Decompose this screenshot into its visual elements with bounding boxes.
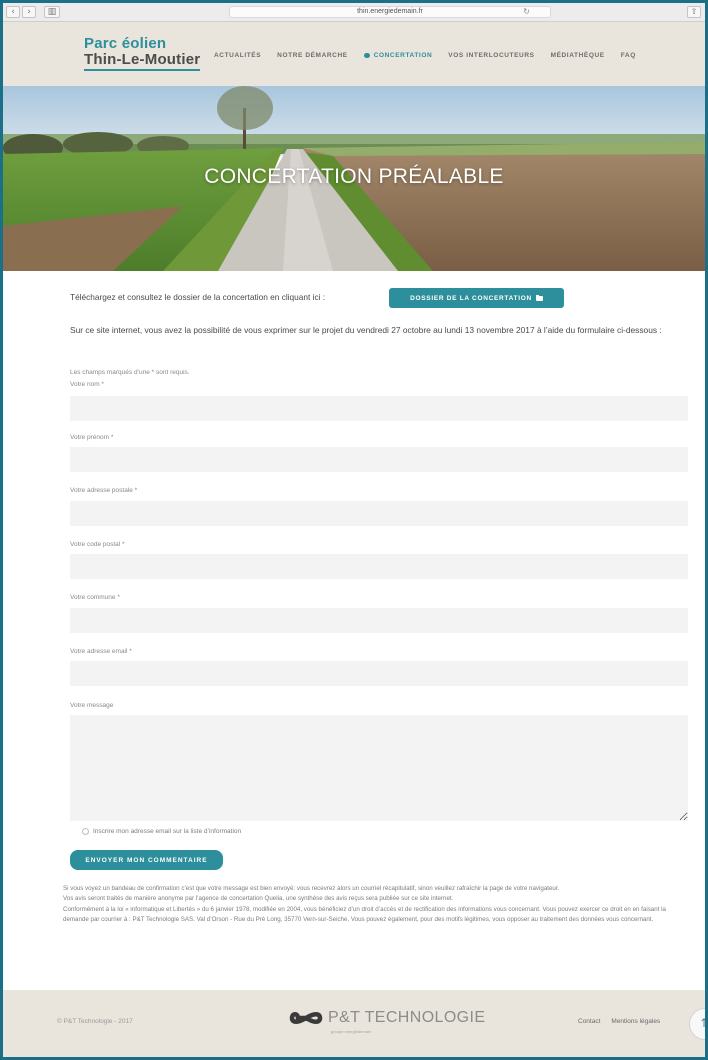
menu-item-mediatheque[interactable]: MÉDIATHÈQUE: [551, 52, 605, 59]
legal-notes: Si vous voyez un bandeau de confirmation…: [63, 884, 688, 925]
back-icon[interactable]: ‹: [6, 6, 20, 18]
label-commune: Votre commune *: [70, 594, 120, 601]
site-logo[interactable]: Parc éolien Thin-Le-Moutier: [84, 35, 201, 71]
dossier-intro-text: Téléchargez et consultez le dossier de l…: [70, 292, 326, 302]
folder-icon: [535, 294, 543, 301]
footer-brand-tagline: groupe energiedemain: [331, 1029, 372, 1034]
chat-bubble-icon: [363, 52, 370, 58]
footer-brand-name: P&T TECHNOLOGIE: [328, 1009, 486, 1026]
lead-paragraph: Sur ce site internet, vous avez la possi…: [70, 325, 662, 335]
submit-comment-button[interactable]: ENVOYER MON COMMENTAIRE: [70, 850, 223, 870]
note-privacy: Conformément à la loi « informatique et …: [63, 905, 666, 923]
dossier-row: Téléchargez et consultez le dossier de l…: [70, 288, 688, 310]
label-code-postal: Votre code postal *: [70, 541, 125, 548]
newsletter-label[interactable]: Inscrire mon adresse email sur la liste …: [93, 828, 241, 835]
footer-copyright: © P&T Technologie - 2017: [57, 1018, 133, 1025]
input-prenom[interactable]: [70, 447, 688, 472]
footer-link-mentions-legales[interactable]: Mentions légales: [611, 1018, 660, 1025]
newsletter-checkbox[interactable]: [82, 828, 89, 835]
page-title: CONCERTATION PRÉALABLE: [204, 165, 504, 188]
footer-brand-logo[interactable]: P&T TECHNOLOGIE groupe energiedemain: [289, 1009, 486, 1034]
forward-icon[interactable]: ›: [22, 6, 36, 18]
newsletter-row: Inscrire mon adresse email sur la liste …: [82, 828, 241, 835]
label-nom: Votre nom *: [70, 381, 104, 388]
label-adresse-postale: Votre adresse postale *: [70, 487, 138, 494]
main-menu: ACTUALITÉS NOTRE DÉMARCHE CONCERTATION V…: [214, 52, 652, 59]
menu-item-actualites[interactable]: ACTUALITÉS: [214, 52, 261, 59]
required-note: Les champs marqués d’une * sont requis.: [70, 369, 190, 376]
menu-item-notre-demarche[interactable]: NOTRE DÉMARCHE: [277, 52, 348, 59]
label-email: Votre adresse email *: [70, 648, 132, 655]
reload-icon[interactable]: ↻: [523, 7, 530, 16]
input-commune[interactable]: [70, 608, 688, 633]
dossier-concertation-button[interactable]: DOSSIER DE LA CONCERTATION: [389, 288, 564, 308]
dossier-button-label: DOSSIER DE LA CONCERTATION: [410, 294, 532, 302]
share-icon[interactable]: ⇧: [687, 6, 701, 18]
logo-line-1: Parc éolien: [84, 35, 167, 52]
address-bar[interactable]: thin.energiedemain.fr ↻: [229, 6, 551, 18]
browser-toolbar: ‹ › ▥ thin.energiedemain.fr ↻ ⇧: [3, 3, 705, 22]
note-anonymous: Vos avis seront traités de manière anony…: [63, 895, 454, 903]
input-adresse-postale[interactable]: [70, 501, 688, 526]
sidebar-icon[interactable]: ▥: [44, 6, 60, 18]
browser-nav: ‹ › ▥: [6, 6, 60, 18]
input-nom[interactable]: [70, 396, 688, 421]
menu-item-vos-interlocuteurs[interactable]: VOS INTERLOCUTEURS: [448, 52, 534, 59]
input-code-postal[interactable]: [70, 554, 688, 579]
menu-item-concertation[interactable]: CONCERTATION: [363, 52, 433, 59]
menu-item-concertation-label: CONCERTATION: [373, 52, 433, 59]
label-prenom: Votre prénom *: [70, 434, 114, 441]
browser-window: ‹ › ▥ thin.energiedemain.fr ↻ ⇧ Parc éol…: [3, 3, 705, 1057]
browser-actions: ⇧: [687, 6, 701, 18]
input-email[interactable]: [70, 661, 688, 686]
hero-banner: CONCERTATION PRÉALABLE: [3, 86, 705, 271]
address-bar-url: thin.energiedemain.fr: [357, 8, 423, 15]
arrow-up-icon: ↑: [699, 1016, 705, 1030]
logo-line-2: Thin-Le-Moutier: [84, 51, 201, 71]
menu-item-faq[interactable]: FAQ: [621, 52, 636, 59]
footer-link-contact[interactable]: Contact: [578, 1018, 600, 1025]
site-footer: © P&T Technologie - 2017 P&T TECHNOLOGIE…: [3, 990, 705, 1057]
infinity-logo-icon: [289, 1012, 323, 1024]
note-confirmation: Si vous voyez un bandeau de confirmation…: [63, 885, 560, 892]
footer-links: Contact Mentions légales: [578, 1018, 660, 1025]
scroll-top-button[interactable]: ↑: [689, 1008, 705, 1040]
label-message: Votre message: [70, 702, 114, 709]
site-header: Parc éolien Thin-Le-Moutier ACTUALITÉS N…: [3, 22, 705, 86]
textarea-message[interactable]: [70, 715, 688, 821]
